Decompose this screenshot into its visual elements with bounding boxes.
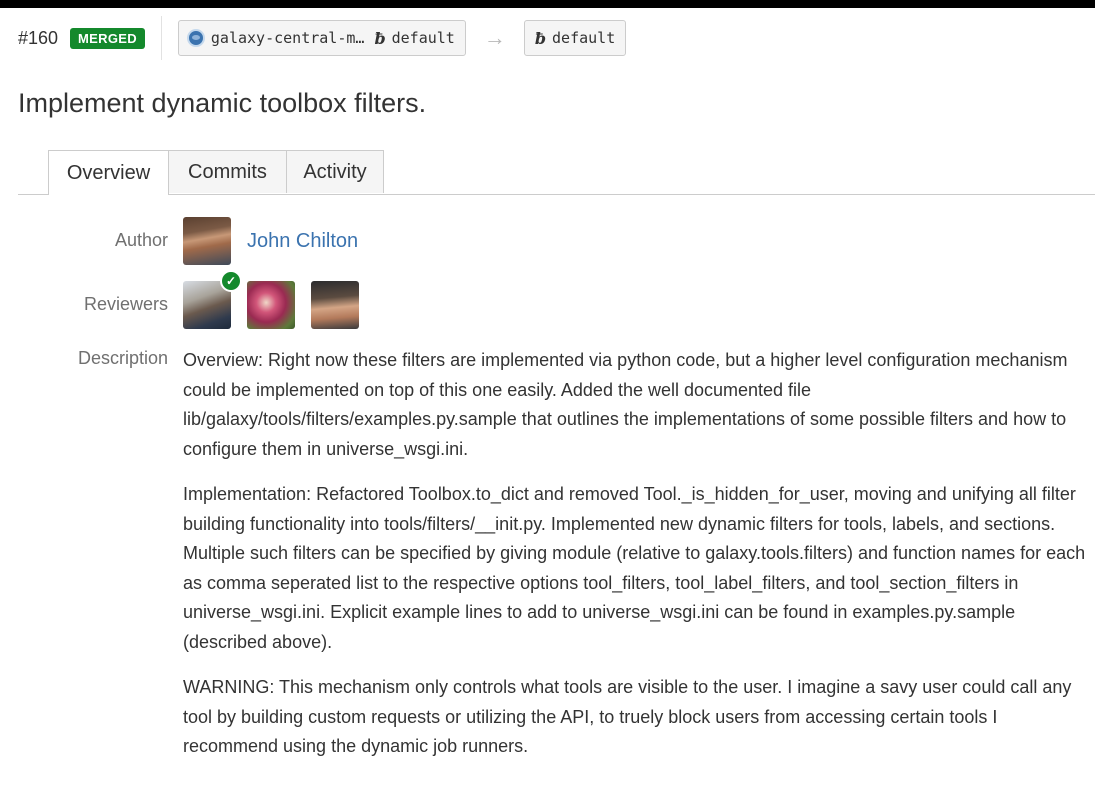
author-avatar[interactable] [183,217,231,265]
source-branch-name: default [391,29,455,47]
tab-label: Commits [188,160,267,183]
source-branch-selector[interactable]: galaxy-central-m… ƀ default [177,20,466,56]
pr-tabs: Overview Commits Activity [18,150,1095,195]
tab-activity[interactable]: Activity [286,150,384,193]
description-paragraph: Overview: Right now these filters are im… [183,350,1068,459]
description-paragraph: WARNING: This mechanism only controls wh… [183,677,1072,756]
target-branch-selector[interactable]: ƀ default [523,20,627,56]
pull-request-page: #160 MERGED galaxy-central-m… ƀ default … [0,0,1095,810]
pr-number: #160 [18,27,59,48]
checkmark-icon: ✓ [220,270,242,292]
author-name-link[interactable]: John Chilton [247,230,358,253]
pr-header: #160 MERGED galaxy-central-m… ƀ default … [18,16,627,60]
description-paragraph: Implementation: Refactored Toolbox.to_di… [183,484,1086,652]
description-label: Description [77,348,168,368]
tab-overview[interactable]: Overview [48,150,169,195]
tab-label: Activity [303,160,367,183]
tab-commits[interactable]: Commits [168,150,287,193]
source-repo-name: galaxy-central-m… [210,29,365,47]
reviewer-avatar-2[interactable] [247,281,295,329]
reviewers-label: Reviewers [83,294,168,314]
branch-icon: ƀ [374,28,386,48]
header-divider [160,16,162,60]
tab-label: Overview [66,161,151,184]
right-arrow-icon: → [483,25,506,50]
branch-icon: ƀ [534,28,547,48]
window-top-edge [0,0,1095,8]
description-body: Overview: Right now these filters are im… [183,346,1093,778]
repository-icon [186,29,205,47]
target-branch-name: default [552,29,616,47]
page-title: Implement dynamic toolbox filters. [18,88,427,118]
author-label: Author [114,230,168,250]
status-badge: MERGED [70,27,145,49]
reviewer-avatar-3[interactable] [311,281,359,329]
